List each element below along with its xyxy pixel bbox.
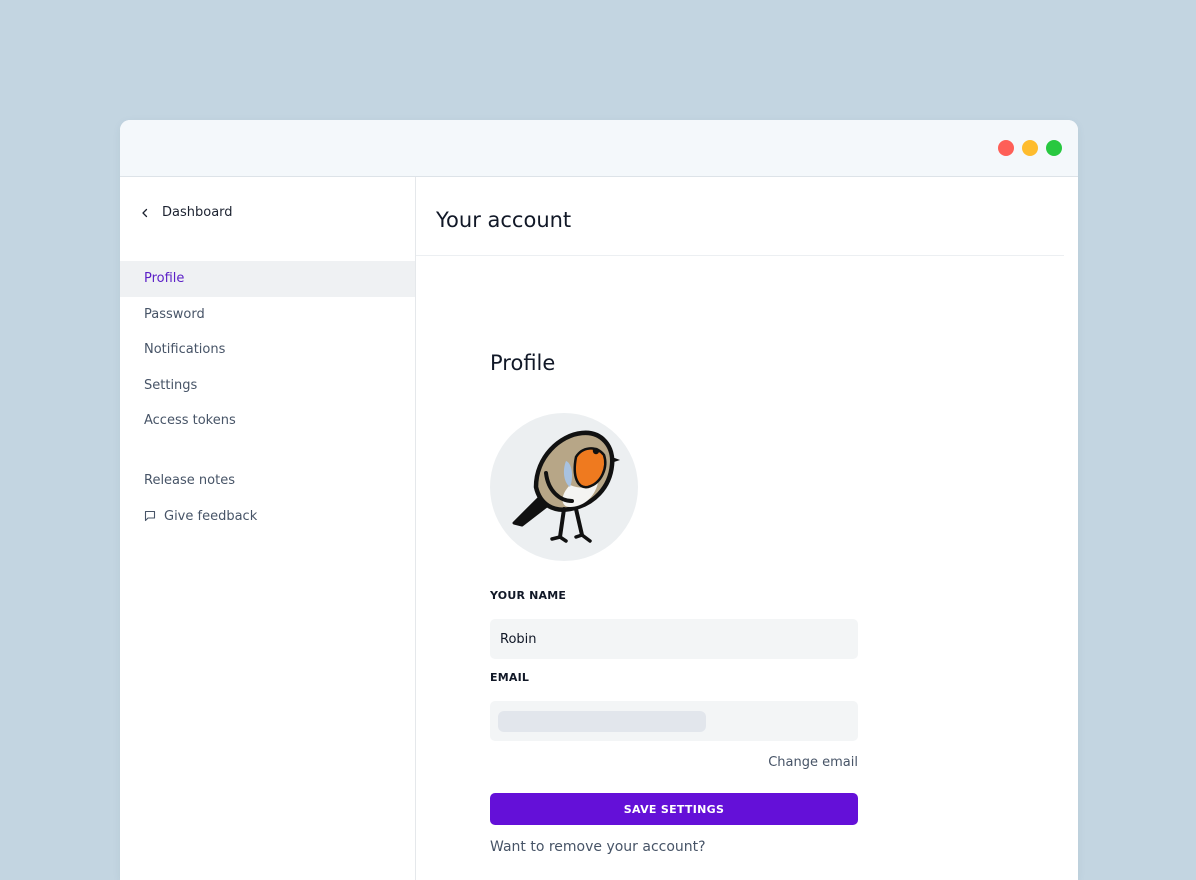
sidebar-item-release-notes[interactable]: Release notes: [120, 463, 415, 499]
sidebar-item-access-tokens[interactable]: Access tokens: [120, 403, 415, 439]
give-feedback-label: Give feedback: [164, 508, 258, 524]
change-email-link[interactable]: Change email: [768, 755, 858, 770]
back-to-dashboard-link[interactable]: Dashboard: [140, 205, 233, 220]
email-value-redacted: [498, 711, 706, 732]
remove-account-link[interactable]: Want to remove your account?: [490, 839, 706, 855]
sidebar-item-settings[interactable]: Settings: [120, 368, 415, 404]
sidebar-item-give-feedback[interactable]: Give feedback: [120, 499, 415, 535]
minimize-window-button[interactable]: [1022, 140, 1038, 156]
robin-bird-icon: [512, 430, 620, 543]
release-notes-label: Release notes: [144, 473, 235, 488]
sidebar: Dashboard Profile Password Notifications…: [120, 177, 416, 880]
avatar[interactable]: [490, 413, 638, 561]
comment-icon: [144, 511, 156, 522]
page-title: Your account: [436, 208, 572, 232]
sidebar-item-profile[interactable]: Profile: [120, 261, 415, 297]
email-field[interactable]: [490, 701, 858, 741]
sidebar-item-password[interactable]: Password: [120, 297, 415, 333]
close-window-button[interactable]: [998, 140, 1014, 156]
sidebar-secondary-nav: Release notes Give feedback: [120, 463, 415, 534]
title-bar: [120, 120, 1078, 177]
window-controls: [998, 140, 1062, 156]
app-window: Dashboard Profile Password Notifications…: [120, 120, 1078, 880]
name-input[interactable]: [490, 619, 858, 659]
page-header: Your account: [416, 177, 1064, 256]
back-label: Dashboard: [162, 205, 233, 220]
sidebar-item-notifications[interactable]: Notifications: [120, 332, 415, 368]
maximize-window-button[interactable]: [1046, 140, 1062, 156]
save-settings-button[interactable]: SAVE SETTINGS: [490, 793, 858, 825]
chevron-left-icon: [142, 208, 148, 217]
name-label: YOUR NAME: [490, 589, 567, 602]
profile-section-title: Profile: [490, 351, 556, 375]
email-label: EMAIL: [490, 671, 530, 684]
main-content: Your account Profile YOUR NAME Robin EMA…: [416, 177, 1078, 880]
sidebar-nav: Profile Password Notifications Settings …: [120, 261, 415, 439]
